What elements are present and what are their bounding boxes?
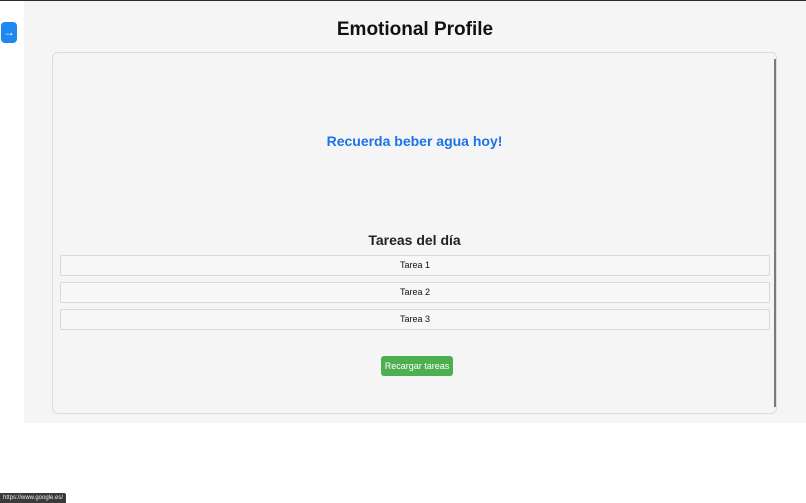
task-item[interactable]: Tarea 1 (60, 255, 770, 276)
status-bar-url: https://www.google.es/ (0, 493, 67, 503)
tasks-heading: Tareas del día (368, 232, 461, 248)
arrow-right-icon: → (3, 25, 15, 39)
reload-tasks-button[interactable]: Recargar tareas (381, 356, 453, 376)
task-list: Tarea 1 Tarea 2 Tarea 3 (60, 255, 770, 336)
sidebar-toggle-button[interactable]: → (1, 22, 17, 43)
page-title: Emotional Profile (336, 19, 494, 40)
task-item[interactable]: Tarea 3 (60, 309, 770, 330)
reminder-text: Recuerda beber agua hoy! (326, 133, 503, 149)
task-item[interactable]: Tarea 2 (60, 282, 770, 303)
